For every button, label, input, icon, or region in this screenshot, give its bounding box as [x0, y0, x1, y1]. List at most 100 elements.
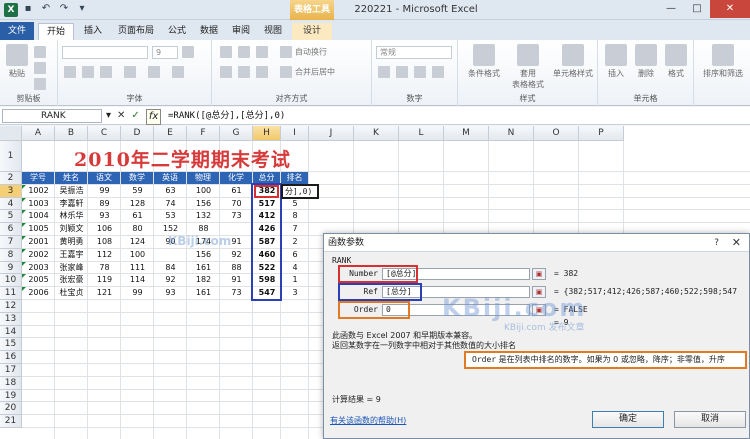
- insert-cells-button[interactable]: 插入: [602, 44, 630, 79]
- row-header[interactable]: 17: [0, 364, 22, 377]
- undo-icon[interactable]: ↶: [40, 3, 52, 15]
- column-header[interactable]: O: [534, 126, 579, 141]
- table-header-cell[interactable]: 排名: [281, 172, 308, 184]
- row-header[interactable]: 1: [0, 141, 22, 172]
- cut-button[interactable]: [34, 46, 49, 58]
- align-bottom-button[interactable]: [256, 46, 271, 58]
- table-cell[interactable]: 92: [220, 249, 253, 262]
- table-cell[interactable]: 杜宝贞: [55, 287, 88, 300]
- table-cell[interactable]: 1004: [22, 210, 55, 223]
- table-cell[interactable]: 93: [88, 210, 121, 223]
- table-cell[interactable]: 63: [154, 185, 187, 198]
- row-header[interactable]: 18: [0, 376, 22, 390]
- table-header-cell[interactable]: 语文: [88, 172, 120, 184]
- conditional-format-button[interactable]: 条件格式: [464, 44, 504, 79]
- table-cell[interactable]: 4: [281, 262, 309, 275]
- minimize-button[interactable]: —: [658, 0, 684, 18]
- delete-cells-button[interactable]: 删除: [632, 44, 660, 79]
- row-header[interactable]: 4: [0, 197, 22, 211]
- table-cell[interactable]: 108: [88, 236, 121, 249]
- column-header[interactable]: N: [489, 126, 534, 141]
- border-button[interactable]: [124, 66, 139, 78]
- column-header[interactable]: P: [579, 126, 624, 141]
- table-cell[interactable]: 8: [281, 210, 309, 223]
- currency-button[interactable]: [378, 66, 393, 78]
- tab-design[interactable]: 设计: [292, 23, 332, 40]
- copy-button[interactable]: [34, 62, 49, 74]
- table-cell[interactable]: 124: [121, 236, 154, 249]
- table-header-cell[interactable]: 物理: [187, 172, 219, 184]
- table-cell[interactable]: 1005: [22, 223, 55, 236]
- decimal-button[interactable]: [432, 66, 447, 78]
- table-cell[interactable]: 1: [281, 274, 309, 287]
- table-cell[interactable]: 84: [154, 262, 187, 275]
- table-cell[interactable]: 黄明勇: [55, 236, 88, 249]
- table-cell[interactable]: 59: [121, 185, 154, 198]
- percent-button[interactable]: [396, 66, 411, 78]
- table-cell[interactable]: 128: [121, 198, 154, 211]
- number-format-combo[interactable]: 常规: [376, 46, 452, 59]
- table-cell[interactable]: 88: [220, 262, 253, 275]
- table-header-cell[interactable]: 姓名: [55, 172, 87, 184]
- row-header[interactable]: 6: [0, 223, 22, 236]
- format-painter-button[interactable]: [34, 78, 49, 90]
- table-cell[interactable]: [154, 249, 187, 262]
- row-header[interactable]: 2: [0, 172, 22, 185]
- bold-button[interactable]: [64, 66, 79, 78]
- table-header-cell[interactable]: 学号: [22, 172, 54, 184]
- paste-button[interactable]: 粘贴: [4, 44, 30, 79]
- active-cell[interactable]: 分],0): [281, 183, 319, 199]
- table-cell[interactable]: 73: [220, 210, 253, 223]
- table-cell[interactable]: 70: [220, 198, 253, 211]
- table-cell[interactable]: 106: [88, 223, 121, 236]
- font-color-button[interactable]: [172, 66, 187, 78]
- font-size-combo[interactable]: 9: [152, 46, 178, 59]
- row-header[interactable]: 9: [0, 261, 22, 275]
- table-cell[interactable]: 2003: [22, 262, 55, 275]
- table-cell[interactable]: 李嘉轩: [55, 198, 88, 211]
- align-left-button[interactable]: [220, 66, 235, 78]
- collapse-dialog-icon[interactable]: ▣: [532, 268, 546, 280]
- table-cell[interactable]: 刘颖文: [55, 223, 88, 236]
- row-header[interactable]: 14: [0, 325, 22, 339]
- table-cell[interactable]: 1002: [22, 185, 55, 198]
- cancel-icon[interactable]: ✕: [117, 109, 125, 125]
- underline-button[interactable]: [100, 66, 115, 78]
- column-header[interactable]: C: [88, 126, 121, 141]
- row-header[interactable]: 3: [0, 184, 22, 198]
- table-cell[interactable]: 92: [154, 274, 187, 287]
- table-cell[interactable]: 119: [88, 274, 121, 287]
- row-header[interactable]: 16: [0, 351, 22, 364]
- tab-formulas[interactable]: 公式: [162, 23, 192, 40]
- customize-qat-icon[interactable]: ▾: [76, 3, 88, 15]
- table-cell[interactable]: 100: [121, 249, 154, 262]
- row-header[interactable]: 12: [0, 300, 22, 313]
- table-cell[interactable]: 6: [281, 249, 309, 262]
- table-cell[interactable]: 2002: [22, 249, 55, 262]
- name-box[interactable]: RANK: [2, 109, 102, 123]
- grow-font-button[interactable]: [182, 46, 197, 58]
- table-cell[interactable]: 93: [154, 287, 187, 300]
- row-header[interactable]: 21: [0, 415, 22, 428]
- table-cell[interactable]: 吴振浩: [55, 185, 88, 198]
- tab-home[interactable]: 开始: [38, 23, 74, 40]
- table-cell[interactable]: 80: [121, 223, 154, 236]
- cancel-button[interactable]: 取消: [674, 411, 746, 428]
- table-cell[interactable]: 53: [154, 210, 187, 223]
- sort-filter-button[interactable]: 排序和筛选: [696, 44, 750, 79]
- table-cell[interactable]: 182: [187, 274, 220, 287]
- table-cell[interactable]: 张家峰: [55, 262, 88, 275]
- column-header[interactable]: B: [55, 126, 88, 141]
- dialog-close-icon[interactable]: ✕: [732, 234, 741, 252]
- table-cell[interactable]: 1003: [22, 198, 55, 211]
- column-header[interactable]: M: [444, 126, 489, 141]
- table-cell[interactable]: 61: [220, 185, 253, 198]
- table-cell[interactable]: 121: [88, 287, 121, 300]
- tab-view[interactable]: 视图: [258, 23, 288, 40]
- table-cell[interactable]: 7: [281, 223, 309, 236]
- row-header[interactable]: 8: [0, 248, 22, 262]
- cell-style-button[interactable]: 单元格样式: [550, 44, 596, 79]
- row-header[interactable]: 20: [0, 402, 22, 416]
- maximize-button[interactable]: □: [684, 0, 710, 18]
- font-name-combo[interactable]: [62, 46, 148, 59]
